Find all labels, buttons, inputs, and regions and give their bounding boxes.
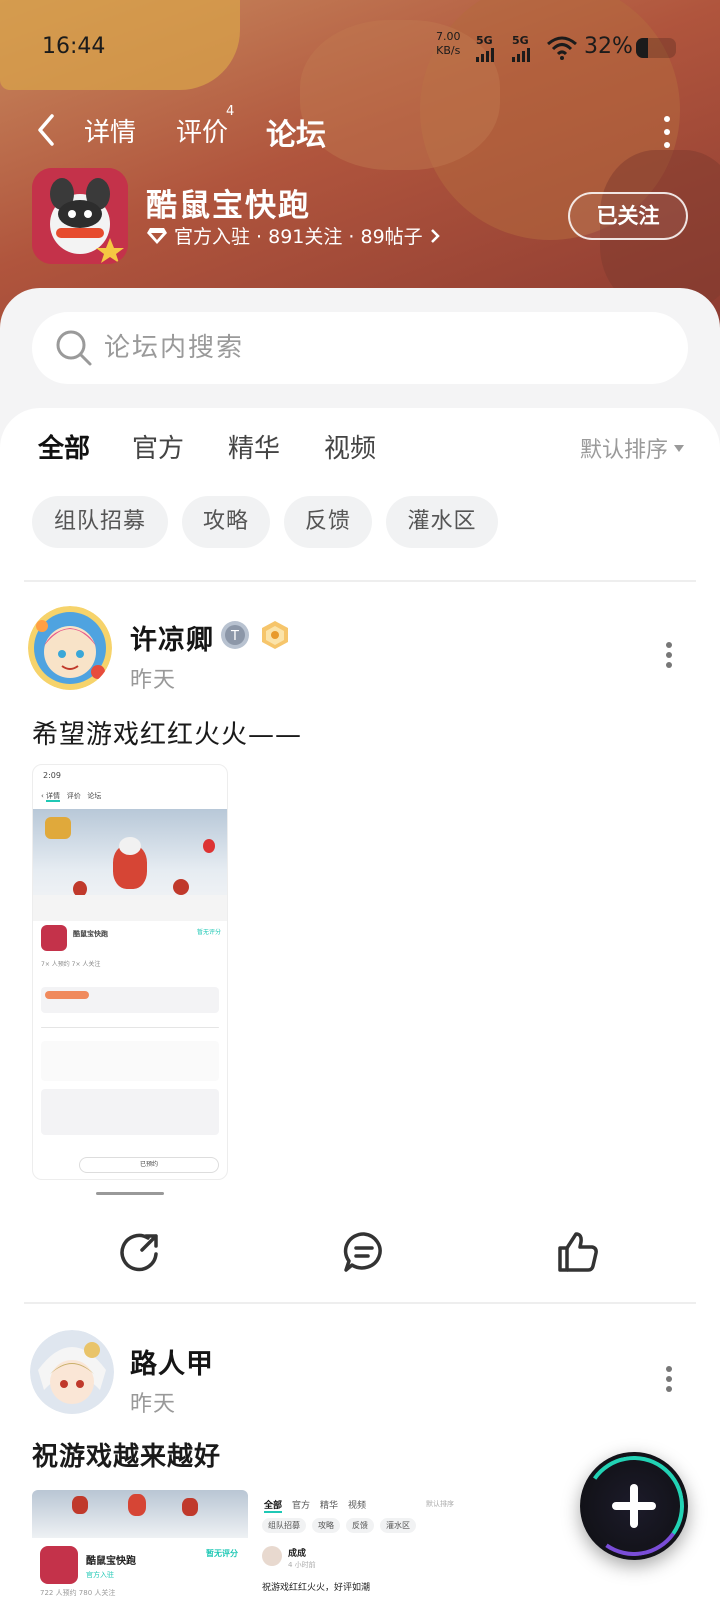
more-options-icon[interactable] bbox=[662, 116, 672, 148]
app-icon bbox=[41, 925, 67, 951]
achievement-badge-icon bbox=[262, 621, 288, 649]
post-image[interactable]: 2:09 ‹ 详情 评价 论坛 酷鼠宝快跑 暂无评分 7× 人预约 7× 人关注… bbox=[32, 764, 228, 1180]
chip-chat[interactable]: 灌水区 bbox=[386, 496, 498, 548]
chip-guides[interactable]: 攻略 bbox=[182, 496, 270, 548]
create-post-button[interactable] bbox=[580, 1452, 688, 1560]
tab-reviews[interactable]: 评价 bbox=[176, 112, 228, 149]
filter-tab-official[interactable]: 官方 bbox=[132, 428, 184, 465]
image-scroll-indicator bbox=[96, 1192, 164, 1195]
signal-icon: 5G bbox=[476, 34, 494, 62]
tab-details[interactable]: 详情 bbox=[84, 112, 136, 149]
post-more-icon[interactable] bbox=[664, 1366, 674, 1392]
divider bbox=[24, 1302, 696, 1304]
reviews-count-badge: 4 bbox=[226, 104, 235, 119]
app-meta-link[interactable]: 官方入驻 · 891关注 · 89帖子 bbox=[146, 222, 441, 249]
top-nav: 详情 评价 4 论坛 bbox=[0, 100, 720, 160]
comment-icon[interactable] bbox=[342, 1230, 386, 1274]
signal-icon: 5G bbox=[512, 34, 530, 62]
battery-percent: 32% bbox=[584, 34, 633, 59]
follow-button[interactable]: 已关注 bbox=[568, 192, 688, 240]
chip-feedback[interactable]: 反馈 bbox=[284, 496, 372, 548]
chip-team-recruit[interactable]: 组队招募 bbox=[32, 496, 168, 548]
search-bar[interactable] bbox=[32, 312, 688, 384]
post-author[interactable]: 许凉卿 bbox=[130, 618, 214, 657]
like-icon[interactable] bbox=[556, 1230, 600, 1274]
app-meta-text: 官方入驻 · 891关注 · 89帖子 bbox=[174, 226, 423, 248]
post-author[interactable]: 路人甲 bbox=[130, 1342, 214, 1381]
divider bbox=[24, 580, 696, 582]
sort-dropdown[interactable]: 默认排序 bbox=[580, 432, 685, 464]
caret-down-icon bbox=[674, 444, 685, 452]
app-icon bbox=[40, 1546, 78, 1584]
game-artwork bbox=[32, 1490, 248, 1538]
search-icon bbox=[56, 330, 92, 366]
filter-tab-all[interactable]: 全部 bbox=[38, 428, 90, 465]
post-time: 昨天 bbox=[130, 1392, 177, 1417]
app-icon[interactable] bbox=[32, 168, 128, 264]
official-diamond-icon bbox=[147, 227, 167, 244]
avatar[interactable] bbox=[28, 606, 112, 690]
game-artwork bbox=[33, 809, 227, 921]
post-time: 昨天 bbox=[130, 668, 177, 693]
level-badge-icon: T bbox=[221, 621, 249, 649]
post-title[interactable]: 祝游戏越来越好 bbox=[32, 1436, 221, 1473]
app-title: 酷鼠宝快跑 bbox=[146, 188, 311, 224]
tab-forum[interactable]: 论坛 bbox=[266, 110, 326, 154]
search-input[interactable] bbox=[104, 312, 664, 384]
post-more-icon[interactable] bbox=[664, 642, 674, 668]
filter-tab-featured[interactable]: 精华 bbox=[228, 428, 280, 465]
svg-text:T: T bbox=[230, 629, 239, 644]
wifi-icon bbox=[547, 36, 577, 60]
net-speed: 7.00 KB/s bbox=[436, 30, 461, 57]
filter-tab-video[interactable]: 视频 bbox=[324, 428, 376, 465]
battery-icon bbox=[636, 38, 676, 58]
chevron-right-icon bbox=[430, 228, 440, 243]
status-bar: 16:44 7.00 KB/s 5G 5G 32% bbox=[0, 28, 720, 68]
post-title[interactable]: 希望游戏红红火火—— bbox=[32, 714, 302, 751]
share-icon[interactable] bbox=[118, 1230, 162, 1274]
status-time: 16:44 bbox=[42, 34, 106, 59]
avatar[interactable] bbox=[30, 1330, 114, 1414]
sort-label: 默认排序 bbox=[580, 438, 669, 463]
post-image[interactable]: 全部 官方 精华 视频 默认排序 组队招募 攻略 反馈 灌水区 成成 4 小时前… bbox=[256, 1490, 466, 1600]
post-image[interactable]: 酷鼠宝快跑 暂无评分 官方入驻 722 人预约 780 人关注 bbox=[32, 1490, 248, 1600]
back-icon[interactable] bbox=[32, 112, 62, 148]
